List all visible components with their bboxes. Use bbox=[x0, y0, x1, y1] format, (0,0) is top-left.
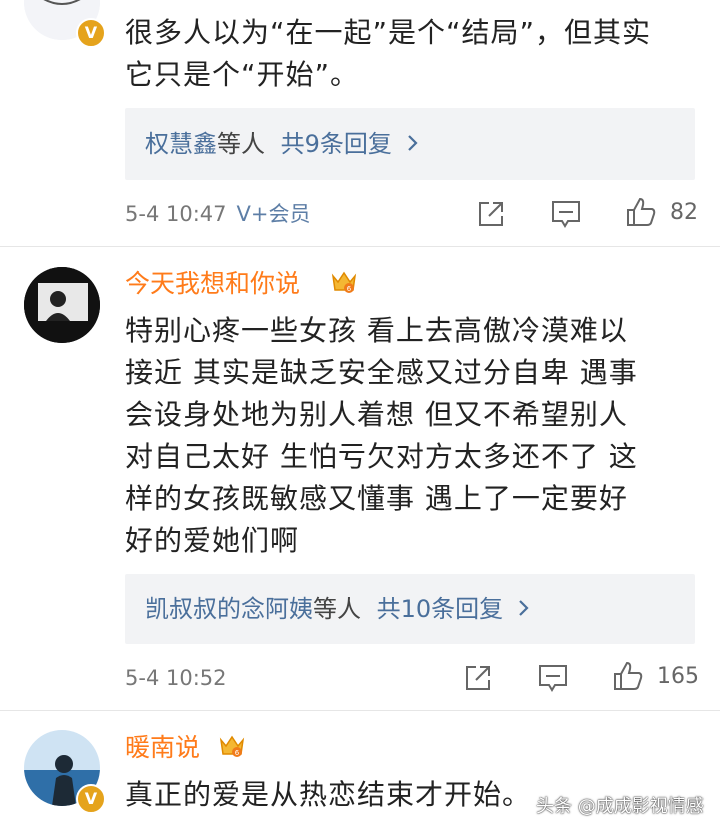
crown-icon: 6 bbox=[218, 732, 245, 758]
chevron-right-icon bbox=[517, 575, 531, 645]
comment-text: 特别心疼一些女孩 看上去高傲冷漠难以 接近 其实是缺乏安全感又过分自卑 遇事 会… bbox=[125, 310, 705, 562]
vip-badge[interactable]: V+会员 bbox=[237, 202, 311, 226]
comment-line: 对自己太好 生怕亏欠对方太多还不了 这 bbox=[125, 440, 638, 473]
reply-suffix: 等人 bbox=[217, 130, 265, 158]
comment-line: 接近 其实是缺乏安全感又过分自卑 遇事 bbox=[125, 356, 638, 389]
reply-user-names[interactable]: 凯叔叔的念阿姨 bbox=[145, 595, 313, 623]
share-icon[interactable] bbox=[475, 198, 507, 230]
comment-meta: 5-4 10:47 V+会员 bbox=[125, 200, 310, 228]
like-icon[interactable] bbox=[612, 660, 644, 692]
username[interactable]: 暖南说 bbox=[125, 730, 200, 766]
like-count: 82 bbox=[670, 200, 698, 225]
divider bbox=[0, 710, 720, 711]
verified-badge-icon: V bbox=[76, 18, 106, 48]
like-count: 165 bbox=[657, 664, 699, 689]
comment-line: 会设身处地为别人着想 但又不希望别人 bbox=[125, 398, 628, 431]
timestamp: 5-4 10:47 bbox=[125, 202, 227, 226]
verified-badge-icon: V bbox=[76, 784, 106, 814]
reply-summary[interactable]: 凯叔叔的念阿姨等人 共10条回复 bbox=[125, 574, 695, 644]
comment-line: 好的爱她们啊 bbox=[125, 524, 300, 557]
comment-line: 样的女孩既敏感又懂事 遇上了一定要好 bbox=[125, 482, 628, 515]
reply-suffix: 等人 bbox=[313, 595, 361, 623]
comment-text: 很多人以为“在一起”是个“结局”，但其实 它只是个“开始”。 bbox=[125, 12, 705, 96]
reply-summary[interactable]: 权慧鑫等人 共9条回复 bbox=[125, 108, 695, 180]
svg-text:6: 6 bbox=[235, 749, 240, 757]
comment-meta: 5-4 10:52 bbox=[125, 664, 227, 692]
reply-user-names[interactable]: 权慧鑫 bbox=[145, 130, 217, 158]
comment-line: 很多人以为“在一起”是个“结局”，但其实 bbox=[125, 16, 652, 49]
comment-line: 特别心疼一些女孩 看上去高傲冷漠难以 bbox=[125, 314, 628, 347]
comment-line: 它只是个“开始”。 bbox=[125, 58, 360, 91]
like-icon[interactable] bbox=[625, 196, 657, 228]
comment-icon[interactable] bbox=[550, 198, 582, 230]
crown-icon: 6 bbox=[330, 268, 357, 294]
avatar[interactable] bbox=[24, 267, 100, 343]
divider bbox=[0, 246, 720, 247]
chevron-right-icon bbox=[406, 109, 420, 181]
timestamp: 5-4 10:52 bbox=[125, 666, 227, 690]
reply-count[interactable]: 共10条回复 bbox=[377, 595, 504, 623]
comment-icon[interactable] bbox=[537, 662, 569, 694]
watermark: 头条 @成成影视情感 bbox=[536, 796, 704, 817]
share-icon[interactable] bbox=[462, 662, 494, 694]
username[interactable]: 今天我想和你说 bbox=[125, 266, 300, 302]
svg-text:6: 6 bbox=[347, 285, 352, 293]
reply-count[interactable]: 共9条回复 bbox=[281, 130, 392, 158]
